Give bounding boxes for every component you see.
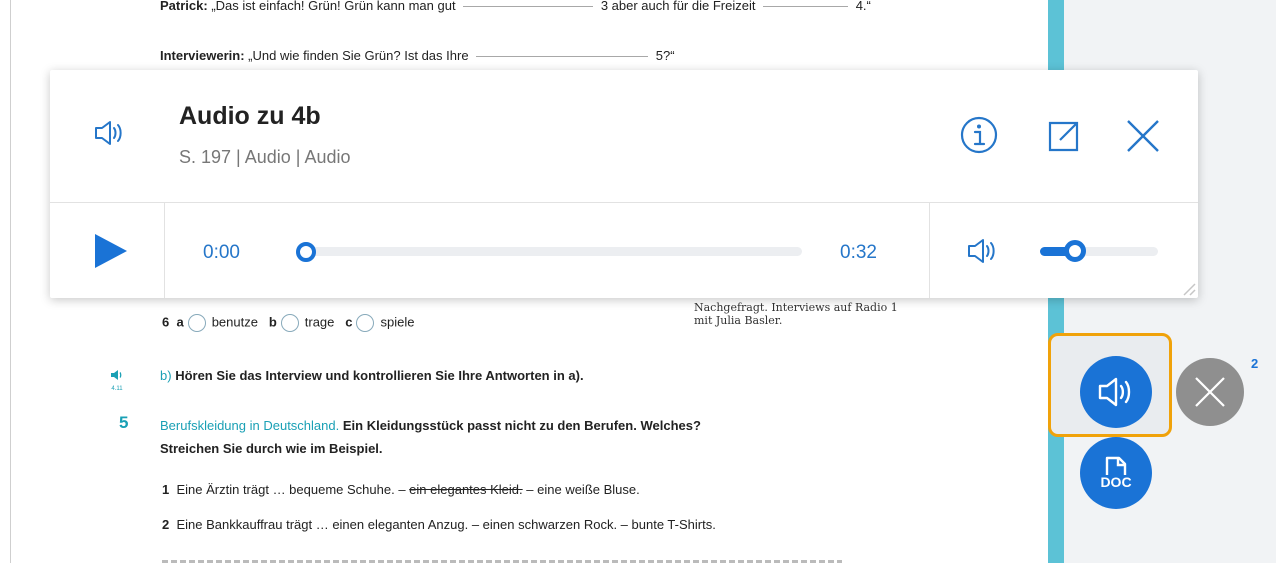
exercise-item-1: 1 Eine Ärztin trägt … bequeme Schuhe. – … bbox=[162, 482, 640, 497]
speaker-icon bbox=[93, 118, 123, 153]
play-icon[interactable] bbox=[93, 233, 129, 274]
close-fab-button[interactable] bbox=[1176, 358, 1244, 426]
audio-credit: Nachgefragt. Interviews auf Radio 1 mit … bbox=[694, 301, 898, 327]
player-subtitle: S. 197 | Audio | Audio bbox=[179, 147, 351, 167]
option-a-radio[interactable] bbox=[187, 314, 206, 332]
doc-fab-button[interactable]: DOC bbox=[1080, 437, 1152, 509]
progress-thumb[interactable] bbox=[296, 242, 316, 262]
option-b-radio[interactable] bbox=[280, 314, 299, 332]
task-b: b) Hören Sie das Interview und kontrolli… bbox=[160, 368, 584, 383]
current-time: 0:00 bbox=[203, 242, 240, 263]
close-icon bbox=[1195, 377, 1225, 407]
exercise-item-3-clipped bbox=[162, 556, 842, 563]
struck-word: ein elegantes Kleid. bbox=[409, 482, 523, 497]
page-border bbox=[10, 0, 11, 563]
exercise-item-2: 2 Eine Bankkauffrau trägt … einen elegan… bbox=[162, 517, 716, 532]
count-badge: 2 bbox=[1251, 356, 1259, 371]
audio-fab-button[interactable] bbox=[1080, 356, 1152, 428]
speaker-icon bbox=[1098, 377, 1131, 407]
answer-options-row: 6 a benutze b trage c spiele bbox=[162, 314, 414, 332]
exercise-number: 5 bbox=[119, 413, 129, 432]
option-row-number: 6 bbox=[162, 314, 170, 330]
card-divider bbox=[50, 202, 1198, 203]
volume-icon[interactable] bbox=[966, 236, 1000, 271]
track-speaker-icon[interactable]: 4.11 bbox=[110, 368, 124, 392]
resize-handle-icon[interactable] bbox=[1178, 278, 1196, 301]
document-icon bbox=[1105, 456, 1127, 475]
doc-label: DOC bbox=[1100, 474, 1132, 490]
track-number: 4.11 bbox=[111, 386, 123, 392]
control-divider bbox=[929, 203, 930, 298]
dialogue-line-interviewer: Interviewerin: „Und wie finden Sie Grün?… bbox=[160, 48, 675, 63]
external-link-icon[interactable] bbox=[1046, 118, 1082, 159]
option-c-radio[interactable] bbox=[356, 314, 375, 332]
audio-player-card: Audio zu 4b S. 197 | Audio | Audio 0:00 … bbox=[50, 70, 1198, 298]
duration: 0:32 bbox=[840, 242, 877, 263]
close-icon[interactable] bbox=[1125, 118, 1161, 159]
volume-thumb[interactable] bbox=[1064, 240, 1087, 262]
control-divider bbox=[164, 203, 165, 298]
player-title: Audio zu 4b bbox=[179, 102, 321, 130]
info-icon[interactable] bbox=[959, 115, 999, 160]
exercise-5-heading: Berufskleidung in Deutschland. Ein Kleid… bbox=[160, 418, 701, 433]
exercise-5-instruction: Streichen Sie durch wie im Beispiel. bbox=[160, 441, 383, 456]
progress-track[interactable] bbox=[296, 247, 802, 256]
dialogue-line-patrick: Patrick: „Das ist einfach! Grün! Grün ka… bbox=[160, 0, 871, 13]
